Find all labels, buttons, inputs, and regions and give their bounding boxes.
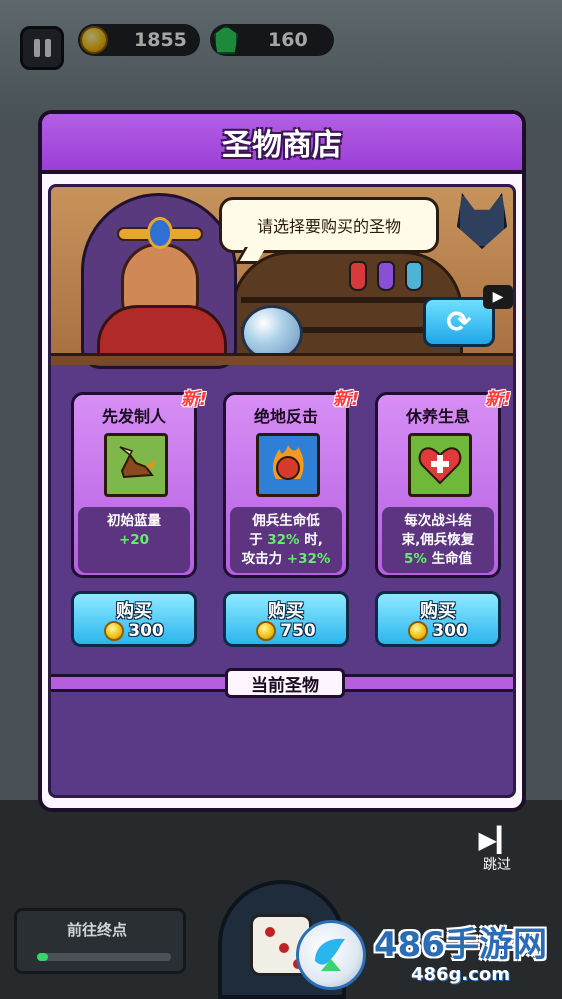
- buy-label: 购买: [420, 601, 456, 622]
- relic-name: 绝地反击: [253, 407, 318, 426]
- buy-price: 750: [280, 621, 316, 641]
- buy-price: 300: [128, 621, 164, 641]
- coin-icon: [256, 621, 277, 641]
- relic-shop-modal: 圣物商店 请选择要购买的圣物 ⟳ ▶ 先发制人 初始蓝量 +20 新! 绝地反击…: [38, 110, 526, 812]
- coin-icon: [408, 621, 429, 641]
- heart-medkit-icon: [408, 433, 472, 497]
- shop-counter: [51, 353, 513, 365]
- blue-potion-icon: [405, 261, 423, 291]
- watermark-title: 486手游网: [374, 924, 547, 965]
- modal-header: 圣物商店: [42, 114, 522, 174]
- relic-description: 每次战斗结 束,佣兵恢复 5% 生命值: [382, 507, 494, 573]
- coin-icon: [104, 621, 125, 641]
- buy-label: 购买: [116, 601, 152, 622]
- buy-button-2[interactable]: 购买 750: [223, 591, 349, 647]
- buy-button-1[interactable]: 购买 300: [71, 591, 197, 647]
- refresh-icon: ⟳: [446, 304, 472, 340]
- skip-button[interactable]: ▶▎ 跳过: [472, 826, 522, 874]
- current-relics-label: 当前圣物: [225, 668, 345, 698]
- relic-card-1[interactable]: 先发制人 初始蓝量 +20: [71, 392, 197, 578]
- watermark-url: 486g.com: [410, 963, 511, 985]
- red-potion-icon: [349, 261, 367, 291]
- goal-panel[interactable]: 前往终点: [14, 908, 186, 974]
- goal-label: 前往终点: [67, 921, 128, 939]
- relic-card-2[interactable]: 绝地反击 佣兵生命低 于 32% 时, 攻击力 +32%: [223, 392, 349, 578]
- wolf-trophy-icon: [457, 193, 507, 249]
- relic-description: 佣兵生命低 于 32% 时, 攻击力 +32%: [230, 507, 342, 573]
- buy-button-3[interactable]: 购买 300: [375, 591, 501, 647]
- site-watermark: 486手游网 486g.com: [296, 915, 558, 995]
- buy-label: 购买: [268, 601, 304, 622]
- buy-price: 300: [432, 621, 468, 641]
- relic-name: 先发制人: [101, 407, 166, 426]
- skip-icon: ▶▎: [478, 826, 516, 854]
- merchant-scene: 请选择要购买的圣物 ⟳ ▶: [51, 187, 513, 369]
- watermark-logo-icon: [296, 920, 366, 990]
- relic-card-3[interactable]: 休养生息 每次战斗结 束,佣兵恢复 5% 生命值: [375, 392, 501, 578]
- merchant-speech-bubble: 请选择要购买的圣物: [219, 197, 439, 253]
- new-badge: 新!: [485, 389, 512, 410]
- skip-label: 跳过: [483, 857, 511, 873]
- merchant-gem: [147, 217, 173, 249]
- flaming-fist-icon: [256, 433, 320, 497]
- modal-body: 请选择要购买的圣物 ⟳ ▶ 先发制人 初始蓝量 +20 新! 绝地反击 佣兵生命…: [48, 184, 516, 798]
- relic-name: 休养生息: [405, 407, 470, 426]
- relic-description: 初始蓝量 +20: [78, 507, 190, 573]
- modal-title: 圣物商店: [222, 128, 342, 163]
- purple-potion-icon: [377, 261, 395, 291]
- video-ad-icon: ▶: [483, 285, 513, 309]
- speech-text: 请选择要购买的圣物: [256, 217, 401, 236]
- goal-progress-bar: [37, 953, 171, 961]
- winged-boot-icon: [104, 433, 168, 497]
